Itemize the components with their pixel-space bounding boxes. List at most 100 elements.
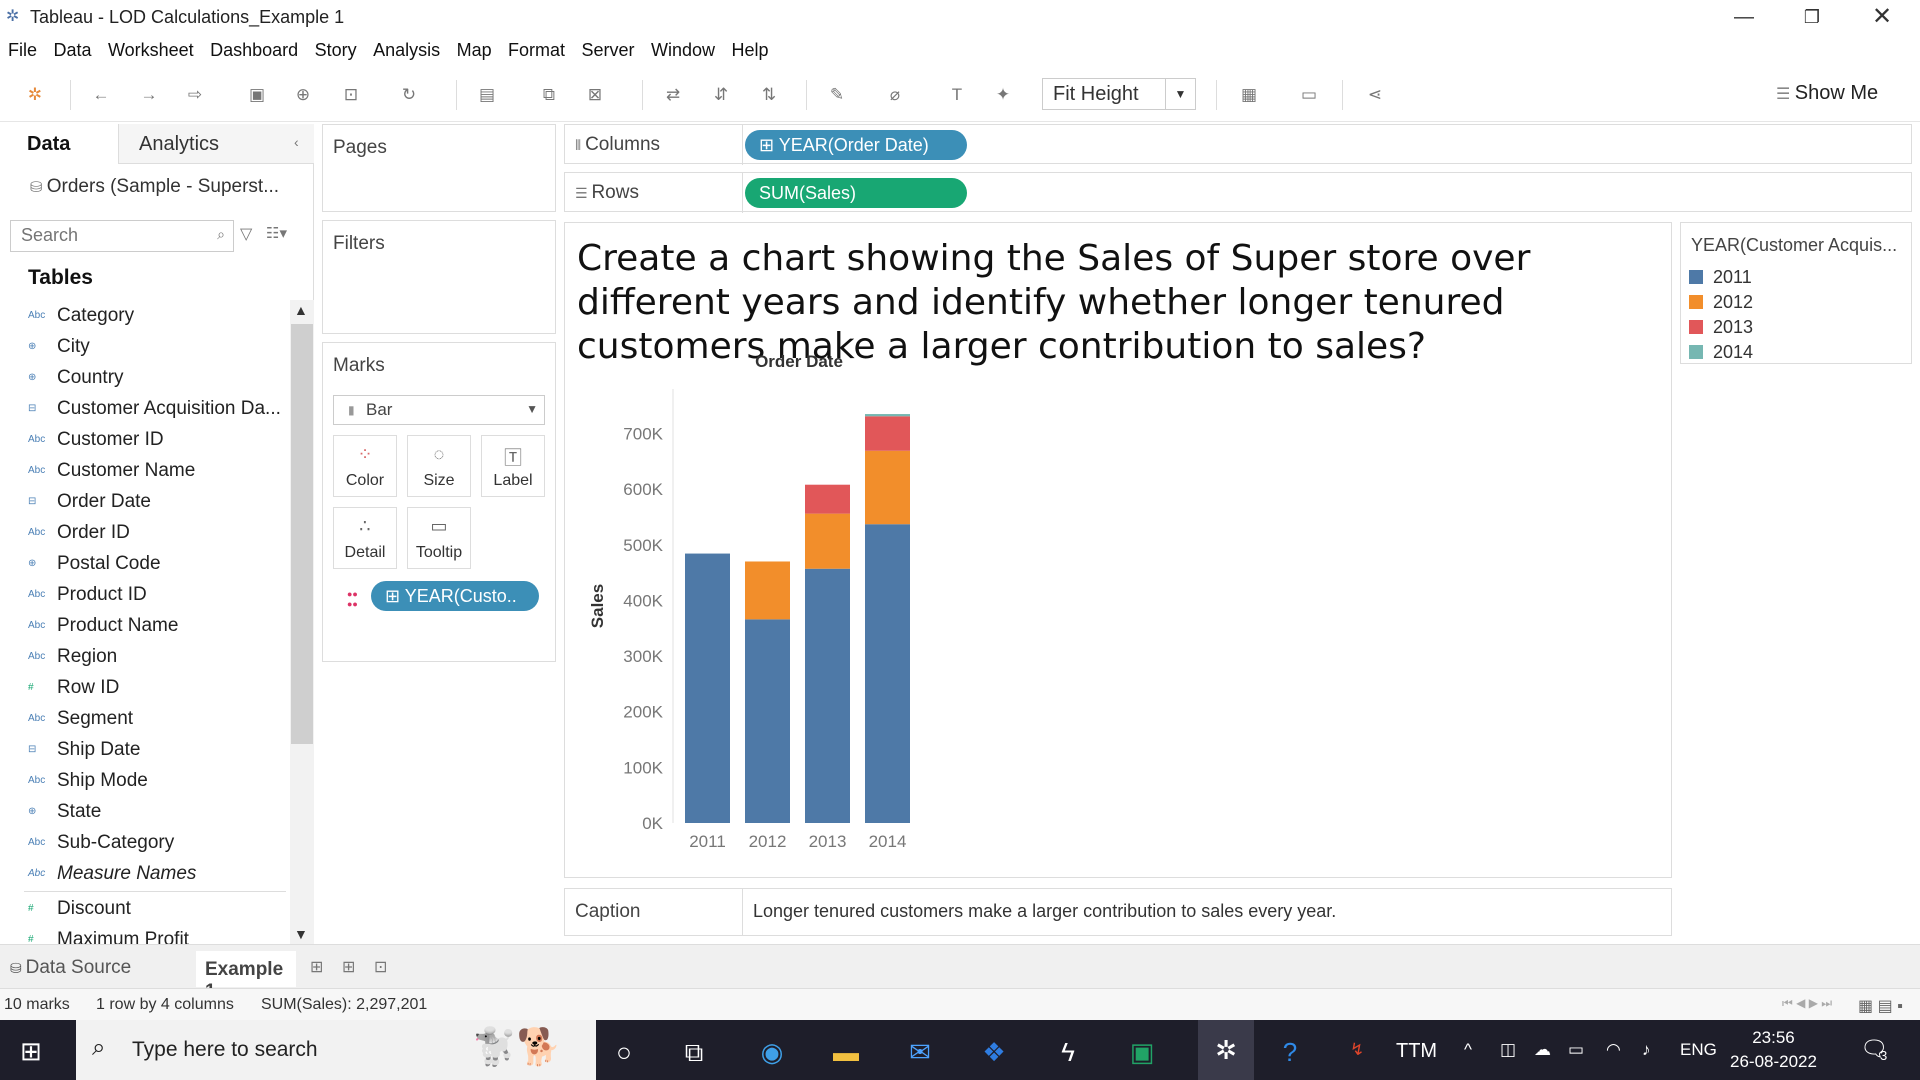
field-item[interactable]: # Discount [0,893,290,924]
columns-pill[interactable]: ⊞ YEAR(Order Date) [745,130,967,160]
scroll-down-icon[interactable]: ▼ [294,926,308,942]
pages-shelf[interactable]: Pages [322,124,556,212]
bar-segment[interactable] [685,553,730,823]
duplicate-sheet-icon[interactable]: ⧉ [538,84,560,106]
field-item[interactable]: # Maximum Profit [0,924,290,944]
clear-sheet-icon[interactable]: ⊠ [584,84,606,106]
scrollbar-thumb[interactable] [291,324,313,744]
bar-segment[interactable] [865,524,910,823]
field-item[interactable]: Abc Sub-Category [0,827,290,858]
language-indicator[interactable]: ENG [1680,1040,1717,1060]
file-explorer-icon[interactable]: ▬ [828,1034,864,1070]
menu-file[interactable]: File [0,34,37,61]
filter-icon[interactable]: ▽ [240,224,252,244]
menu-dashboard[interactable]: Dashboard [202,34,298,61]
show-me-button[interactable]: ☰ Show Me [1776,82,1878,105]
search-input[interactable] [11,221,191,249]
field-item[interactable]: Abc Order ID [0,517,290,548]
new-worksheet-icon[interactable]: ⊞ [310,957,323,977]
caption-text[interactable]: Longer tenured customers make a larger c… [753,901,1336,922]
onedrive-icon[interactable]: ☁ [1534,1040,1551,1060]
color-legend[interactable]: YEAR(Customer Acquis... 2011 2012 2013 2… [1680,222,1912,364]
detail-button[interactable]: ∴ Detail [333,507,397,569]
field-item[interactable]: Abc Segment [0,703,290,734]
highlight-icon[interactable]: ✎ [826,84,848,106]
tab-analytics[interactable]: Analytics [118,124,314,164]
new-datasource-icon[interactable]: ⊕ [292,84,314,106]
bar-segment[interactable] [805,484,850,514]
field-item[interactable]: ⊟ Customer Acquisition Da... [0,393,290,424]
bar-segment[interactable] [745,561,790,620]
field-item[interactable]: Abc Region [0,641,290,672]
battery-icon[interactable]: ▭ [1568,1040,1584,1060]
task-view-icon[interactable]: ⧉ [676,1034,712,1070]
bar-segment[interactable] [745,619,790,823]
show-labels-icon[interactable]: T [946,84,968,106]
windows-start-icon[interactable]: ⊞ [20,1036,42,1067]
search-field[interactable]: ⌕ [10,220,234,252]
undo-icon[interactable]: ← [90,84,112,106]
field-list-scrollbar[interactable]: ▲ ▼ [290,300,314,944]
color-button[interactable]: ⁘ Color [333,435,397,497]
menu-data[interactable]: Data [45,34,91,61]
refresh-icon[interactable]: ↻ [398,84,420,106]
new-worksheet-icon[interactable]: ▤ [476,84,498,106]
rows-shelf[interactable]: ☰ Rows SUM(Sales) [564,172,1912,213]
sort-descending-icon[interactable]: ⇅ [758,84,780,106]
edge-icon[interactable]: ◉ [754,1034,790,1070]
legend-item[interactable]: 2013 [1689,315,1753,339]
menu-map[interactable]: Map [449,34,492,61]
field-item[interactable]: Abc Ship Mode [0,765,290,796]
group-icon[interactable]: ⌀ [884,84,906,106]
mark-type-select[interactable]: ▮ Bar ▼ [333,395,545,425]
sort-ascending-icon[interactable]: ⇵ [710,84,732,106]
sheet-sorter-icon[interactable]: ▦ ▤ ▪ [1858,996,1903,1016]
bar-segment[interactable] [865,414,910,417]
field-item[interactable]: Abc Product ID [0,579,290,610]
field-item[interactable]: Abc Measure Names [0,858,290,889]
legend-item[interactable]: 2014 [1689,340,1753,364]
dropbox-icon[interactable]: ❖ [976,1034,1012,1070]
tab-data[interactable]: Data [0,124,118,164]
color-field-pill[interactable]: ⊞ YEAR(Custo.. [371,581,539,611]
field-item[interactable]: ⊕ Country [0,362,290,393]
size-button[interactable]: ◌ Size [407,435,471,497]
data-source-tab[interactable]: ⛁ Data Source [10,957,131,979]
bar-segment[interactable] [865,416,910,451]
bar-chart[interactable]: 0K 100K 200K 300K 400K 500K 600K 700K Sales Order… [565,352,1671,877]
bar-segment[interactable] [805,568,850,823]
field-item[interactable]: # Row ID [0,672,290,703]
field-item[interactable]: ⊕ City [0,331,290,362]
field-item[interactable]: ⊕ Postal Code [0,548,290,579]
datasource-item[interactable]: ⛁ Orders (Sample - Superst... [30,176,279,198]
view-options-icon[interactable]: ☷▾ [266,224,287,242]
sheet-title[interactable]: Create a chart showing the Sales of Supe… [577,237,1663,369]
show-cards-icon[interactable]: ▦ [1238,84,1260,106]
label-button[interactable]: 🅃 Label [481,435,545,497]
wifi-icon[interactable]: ◠ [1606,1040,1621,1060]
field-item[interactable]: Abc Customer ID [0,424,290,455]
menu-worksheet[interactable]: Worksheet [100,34,194,61]
close-button[interactable]: ✕ [1852,0,1912,34]
scroll-up-icon[interactable]: ▲ [294,302,308,318]
menu-window[interactable]: Window [643,34,715,61]
cortana-icon[interactable]: ○ [606,1034,642,1070]
legend-item[interactable]: 2012 [1689,290,1753,314]
field-item[interactable]: Abc Customer Name [0,455,290,486]
menu-story[interactable]: Story [307,34,357,61]
columns-shelf[interactable]: ⦀ Columns ⊞ YEAR(Order Date) [564,124,1912,165]
meet-now-icon[interactable]: ◫ [1500,1040,1516,1060]
bar-segment[interactable] [865,450,910,525]
menu-format[interactable]: Format [500,34,565,61]
new-dashboard-icon[interactable]: ⊞ [342,957,355,977]
replay-icon[interactable]: ⇨ [184,84,206,106]
system-clock[interactable]: 23:56 26-08-2022 [1730,1026,1817,1074]
ttm-icon[interactable]: ↯ [1350,1040,1364,1060]
save-icon[interactable]: ▣ [246,84,268,106]
taskbar-search[interactable]: ⌕ Type here to search 🐩🐕 [76,1020,596,1080]
pause-update-icon[interactable]: ⊡ [340,84,362,106]
tableau-start-icon[interactable]: ✲ [24,84,46,106]
fit-select[interactable]: Fit Height ▼ [1042,78,1196,110]
collapse-pane-icon[interactable]: ‹ [294,134,299,150]
rows-pill[interactable]: SUM(Sales) [745,178,967,208]
